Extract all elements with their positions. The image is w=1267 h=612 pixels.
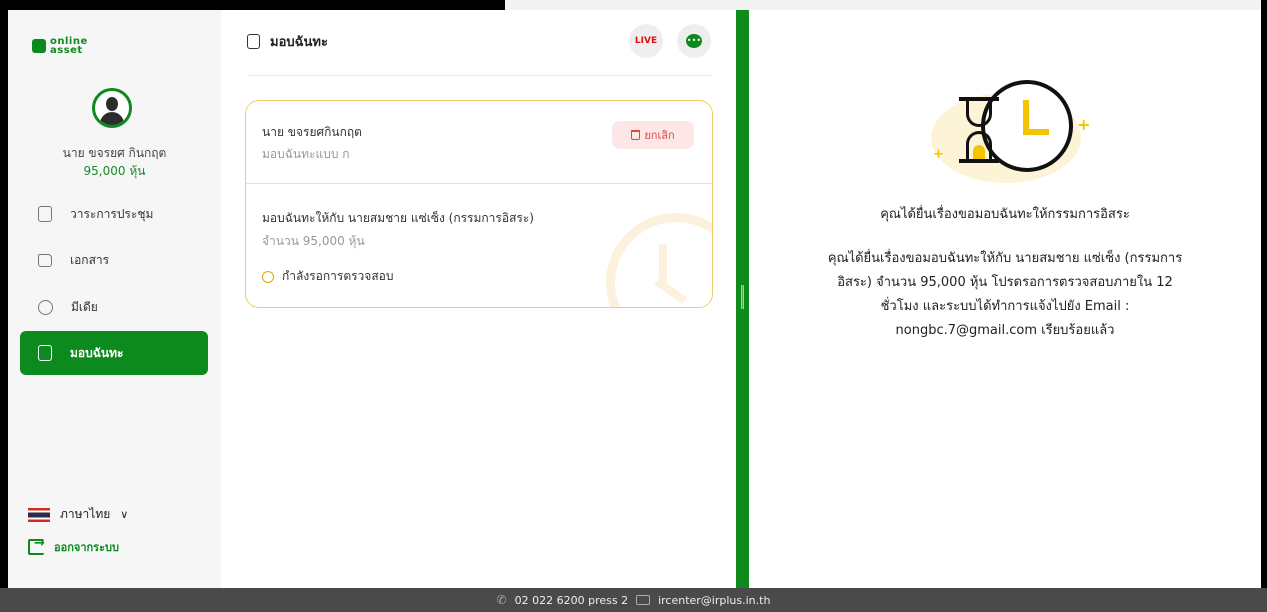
logout-button[interactable]: ออกจากระบบ bbox=[28, 536, 119, 556]
message-title: คุณได้ยื่นเรื่องขอมอบฉันทะให้กรรมการอิสร… bbox=[880, 207, 1130, 222]
logo[interactable]: online asset bbox=[32, 37, 88, 56]
sidebar: online asset นาย ขจรยศ กินกฤต 95,000 หุ้… bbox=[8, 10, 221, 588]
confirmation-panel: + + คุณได้ยื่นเรื่องขอมอบฉันทะให้กรรมการ… bbox=[749, 10, 1261, 588]
proxy-type: มอบฉันทะแบบ ก bbox=[262, 147, 350, 161]
sparkle-icon: + bbox=[1077, 115, 1091, 134]
sidebar-item-media[interactable]: มีเดีย bbox=[20, 285, 208, 329]
live-icon: LIVE bbox=[634, 36, 658, 46]
cancel-label: ยกเลิก bbox=[644, 129, 675, 142]
user-shares: 95,000 หุ้น bbox=[83, 164, 146, 178]
language-label: ภาษาไทย bbox=[60, 507, 111, 521]
cancel-button[interactable]: ยกเลิก bbox=[612, 121, 694, 149]
thai-flag-icon bbox=[28, 507, 50, 522]
right-border bbox=[1261, 0, 1267, 612]
user-name: นาย ขจรยศ กินกฤต bbox=[62, 146, 167, 160]
language-selector[interactable]: ภาษาไทย ∨ bbox=[28, 505, 128, 524]
message-line: อิสระ) จำนวน 95,000 หุ้น โปรดรอการตรวจสอ… bbox=[837, 275, 1173, 290]
header-divider bbox=[247, 75, 713, 76]
footer: ✆ 02 022 6200 press 2 ircenter@irplus.in… bbox=[0, 588, 1267, 612]
logo-icon bbox=[32, 39, 46, 53]
agenda-icon bbox=[38, 206, 52, 222]
hourglass-icon bbox=[959, 97, 999, 163]
chat-icon: ••• bbox=[686, 34, 702, 48]
avatar-body bbox=[100, 112, 124, 125]
proxy-name: นาย ขจรยศกินกฤต bbox=[262, 125, 362, 139]
sidebar-item-proxy[interactable]: มอบฉันทะ bbox=[20, 331, 208, 375]
message-line: nongbc.7@gmail.com เรียบร้อยแล้ว bbox=[895, 323, 1115, 338]
proxy-amount: จำนวน 95,000 หุ้น bbox=[262, 234, 365, 248]
sidebar-item-agenda[interactable]: วาระการประชุม bbox=[20, 192, 208, 236]
message-body: คุณได้ยื่นเรื่องขอมอบฉันทะให้กับ นายสมชา… bbox=[779, 247, 1231, 343]
hourglass-sand bbox=[973, 145, 985, 159]
folder-icon bbox=[38, 253, 52, 267]
chevron-down-icon: ∨ bbox=[120, 508, 129, 521]
proxy-icon bbox=[38, 345, 52, 361]
mail-icon bbox=[636, 595, 651, 605]
message-line: คุณได้ยื่นเรื่องขอมอบฉันทะให้กับ นายสมชา… bbox=[827, 251, 1183, 266]
footer-phone[interactable]: 02 022 6200 press 2 bbox=[515, 594, 628, 607]
top-border bbox=[0, 0, 505, 10]
clock-watermark-icon bbox=[606, 213, 712, 307]
proxy-card-header: นาย ขจรยศกินกฤต มอบฉันทะแบบ ก ยกเลิก bbox=[246, 101, 712, 184]
live-button[interactable]: LIVE bbox=[629, 24, 663, 58]
avatar bbox=[92, 88, 132, 128]
footer-email[interactable]: ircenter@irplus.in.th bbox=[658, 594, 770, 607]
proxy-icon bbox=[247, 34, 260, 49]
sidebar-item-documents[interactable]: เอกสาร bbox=[20, 238, 208, 282]
sparkle-icon: + bbox=[933, 147, 944, 162]
status-badge: กำลังรอการตรวจสอบ bbox=[262, 267, 393, 286]
logout-label: ออกจากระบบ bbox=[54, 541, 119, 554]
page-title: มอบฉันทะ bbox=[247, 31, 328, 52]
message-line: ชั่วโมง และระบบได้ทำการแจ้งไปยัง Email : bbox=[880, 299, 1130, 314]
left-border bbox=[0, 0, 8, 612]
proxy-card: นาย ขจรยศกินกฤต มอบฉันทะแบบ ก ยกเลิก มอบ… bbox=[245, 100, 713, 308]
logo-line2: asset bbox=[50, 45, 83, 56]
phone-icon: ✆ bbox=[496, 593, 507, 607]
avatar-head bbox=[106, 97, 118, 111]
sidebar-item-label: เอกสาร bbox=[70, 252, 110, 267]
clock-icon bbox=[262, 270, 274, 283]
play-icon bbox=[38, 299, 53, 315]
proxy-detail: มอบฉันทะให้กับ นายสมชาย แซ่เซ็ง (กรรมการ… bbox=[262, 211, 534, 225]
top-bar bbox=[505, 0, 1267, 10]
status-text: กำลังรอการตรวจสอบ bbox=[282, 269, 394, 283]
logout-icon bbox=[28, 536, 45, 555]
app-frame: online asset นาย ขจรยศ กินกฤต 95,000 หุ้… bbox=[0, 0, 1267, 612]
hourglass-top bbox=[966, 101, 992, 127]
trash-icon bbox=[631, 130, 641, 140]
resize-handle[interactable] bbox=[741, 285, 744, 309]
sidebar-item-label: วาระการประชุม bbox=[70, 206, 154, 221]
sidebar-item-label: มอบฉันทะ bbox=[70, 345, 124, 360]
page-title-text: มอบฉันทะ bbox=[270, 35, 328, 50]
hourglass-clock-illustration: + + bbox=[921, 75, 1091, 185]
proxy-list-panel: มอบฉันทะ LIVE ••• นาย ขจรยศกินกฤต มอบฉัน… bbox=[221, 10, 736, 588]
sidebar-item-label: มีเดีย bbox=[71, 299, 98, 314]
chat-button[interactable]: ••• bbox=[677, 24, 711, 58]
logo-text: online asset bbox=[50, 37, 88, 56]
